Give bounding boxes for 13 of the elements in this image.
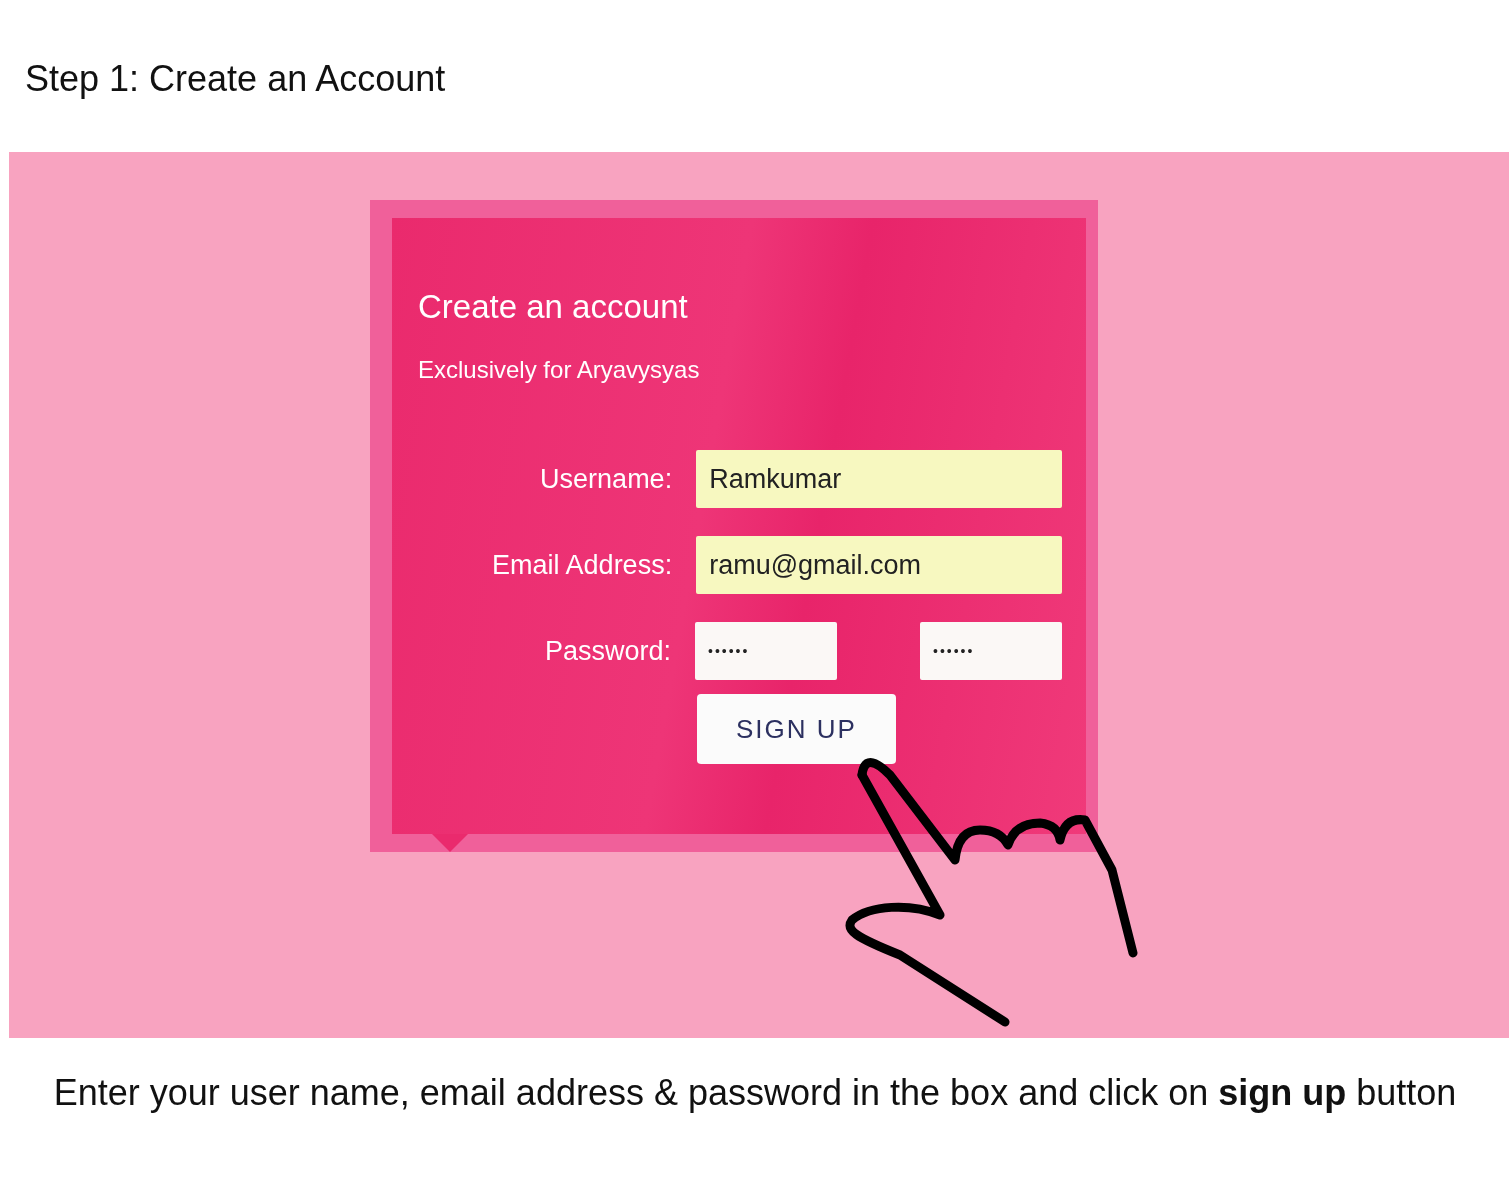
field-label: Password: xyxy=(543,635,671,667)
field-label: Username: xyxy=(539,463,673,495)
input-field[interactable]: Ramkumar xyxy=(696,450,1062,508)
field-label: Email Address: xyxy=(491,549,673,581)
password-field[interactable]: •••••• xyxy=(695,622,837,680)
instruction-text: Enter your user name, email address & password in the box and click on sign up button xyxy=(52,1071,1458,1115)
card-pointer xyxy=(432,834,468,852)
form-subtitle: Exclusively for Aryavysyas xyxy=(418,356,701,384)
step-heading: Step 1: Create an Account xyxy=(24,57,447,101)
password-field[interactable]: •••••• xyxy=(920,622,1062,680)
form-title: Create an account xyxy=(418,288,689,326)
input-field[interactable]: ramu@gmail.com xyxy=(696,536,1062,594)
sign-up-button[interactable]: SIGN UP xyxy=(697,694,896,764)
